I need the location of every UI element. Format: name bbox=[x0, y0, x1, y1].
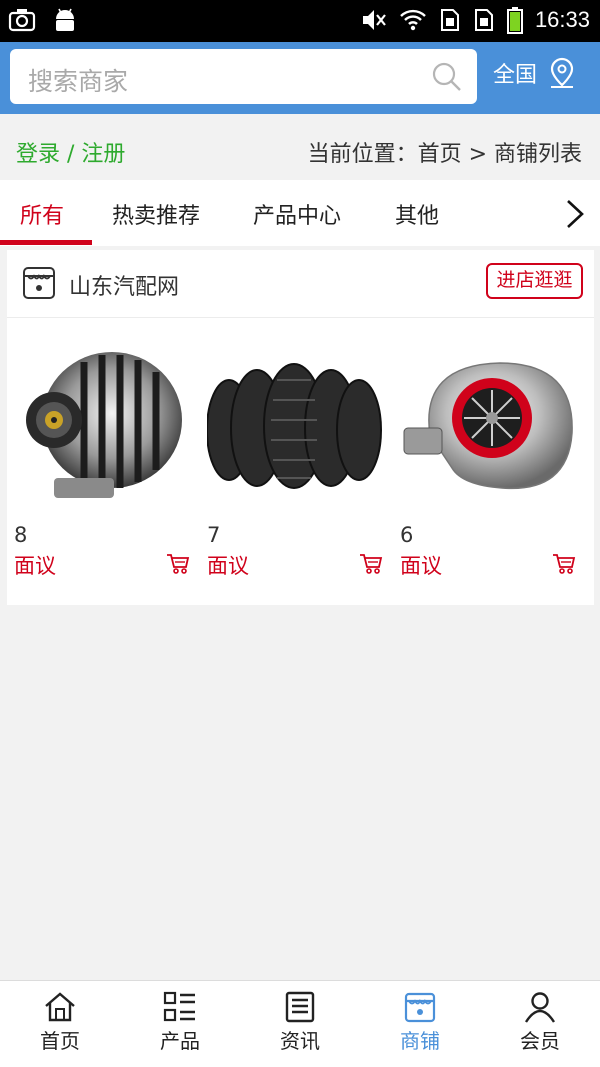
nav-member-label: 会员 bbox=[520, 1029, 560, 1053]
product-price: 面议 bbox=[400, 554, 442, 578]
screenshot-icon bbox=[8, 9, 36, 32]
cart-icon[interactable] bbox=[359, 553, 383, 575]
login-register-link[interactable]: 登录 / 注册 bbox=[16, 136, 125, 168]
android-icon bbox=[56, 8, 74, 31]
breadcrumb-row: 登录 / 注册 当前位置：首页 > 商铺列表 bbox=[0, 114, 600, 182]
tab-hot-recommend[interactable]: 热卖推荐 bbox=[112, 198, 200, 230]
shop-icon bbox=[404, 992, 436, 1023]
tires-image bbox=[206, 363, 382, 489]
active-tab-indicator bbox=[0, 240, 92, 245]
cart-icon[interactable] bbox=[166, 553, 190, 575]
location-pin-icon bbox=[550, 57, 574, 88]
nav-home[interactable]: 首页 bbox=[0, 991, 120, 1054]
enter-shop-button[interactable]: 进店逛逛 bbox=[486, 263, 583, 299]
news-icon bbox=[285, 991, 315, 1023]
nav-member[interactable]: 会员 bbox=[480, 991, 600, 1054]
search-input[interactable]: 搜索商家 bbox=[10, 49, 477, 104]
category-tabs: 所有 热卖推荐 产品中心 其他 bbox=[0, 180, 600, 246]
wifi-icon bbox=[400, 9, 426, 31]
search-icon[interactable] bbox=[431, 61, 463, 93]
mute-icon bbox=[362, 10, 386, 30]
region-label: 全国 bbox=[493, 63, 538, 88]
tab-other[interactable]: 其他 bbox=[395, 198, 439, 230]
product-card[interactable]: 7 面议 bbox=[206, 340, 387, 578]
cart-icon[interactable] bbox=[552, 553, 576, 575]
clock: 16:33 bbox=[534, 7, 590, 32]
shop-header: 山东汽配网 进店逛逛 bbox=[7, 250, 594, 318]
region-selector[interactable]: 全国 bbox=[493, 57, 577, 89]
tab-all[interactable]: 所有 bbox=[20, 198, 64, 230]
shop-card: 山东汽配网 进店逛逛 8 面议 7 面议 6 面议 bbox=[7, 250, 594, 605]
home-icon bbox=[45, 992, 75, 1022]
nav-products-label: 产品 bbox=[160, 1029, 200, 1053]
product-card[interactable]: 8 面议 bbox=[14, 340, 194, 578]
sim-card-2-icon bbox=[474, 9, 493, 31]
product-name: 7 bbox=[207, 523, 221, 547]
nav-news-label: 资讯 bbox=[280, 1029, 320, 1053]
product-price: 面议 bbox=[14, 554, 56, 578]
storefront-icon bbox=[23, 267, 55, 299]
grid-list-icon bbox=[163, 991, 195, 1022]
user-icon bbox=[524, 992, 556, 1023]
search-placeholder: 搜索商家 bbox=[28, 67, 129, 96]
sim-card-icon bbox=[440, 9, 459, 31]
search-header: 搜索商家 全国 bbox=[0, 42, 600, 114]
bottom-nav: 首页 产品 资讯 商铺 会员 bbox=[0, 980, 600, 1067]
battery-icon bbox=[506, 7, 523, 34]
nav-home-label: 首页 bbox=[40, 1029, 80, 1053]
shop-name: 山东汽配网 bbox=[69, 275, 180, 300]
turbocharger-image bbox=[403, 362, 573, 490]
product-price: 面议 bbox=[207, 554, 249, 578]
product-name: 8 bbox=[14, 523, 28, 547]
nav-products[interactable]: 产品 bbox=[120, 991, 240, 1054]
nav-shops-label: 商铺 bbox=[400, 1029, 440, 1053]
status-bar: 16:33 bbox=[0, 0, 600, 42]
nav-shops[interactable]: 商铺 bbox=[360, 991, 480, 1054]
chevron-right-icon[interactable] bbox=[563, 198, 587, 230]
product-card[interactable]: 6 面议 bbox=[400, 340, 580, 578]
alternator-image bbox=[26, 352, 182, 498]
nav-news[interactable]: 资讯 bbox=[240, 991, 360, 1054]
tab-product-center[interactable]: 产品中心 bbox=[253, 198, 341, 230]
breadcrumb: 当前位置：首页 > 商铺列表 bbox=[307, 142, 582, 167]
product-name: 6 bbox=[400, 523, 414, 547]
